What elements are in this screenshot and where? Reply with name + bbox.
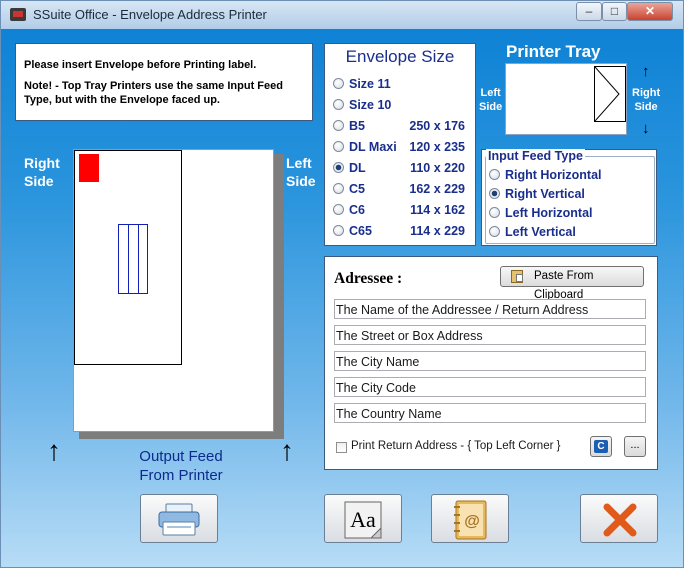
close-window-button[interactable]: ✕: [627, 2, 673, 21]
tray-right-side-label: Right Side: [632, 87, 661, 113]
address-lines-preview: [118, 224, 148, 294]
envelope-option-dl[interactable]: DL 110 x 220: [333, 161, 465, 177]
top-tray-note: Note! - Top Tray Printers use the same I…: [24, 80, 283, 106]
radio-icon[interactable]: [333, 78, 344, 89]
instructions-panel: Please insert Envelope before Printing l…: [15, 43, 313, 121]
printer-tray-diagram: [505, 63, 627, 135]
preview-left-side-label: Left Side: [286, 155, 316, 189]
arrow-up-icon: ↑: [642, 63, 650, 80]
clipboard-icon: [511, 270, 523, 283]
radio-icon[interactable]: [333, 183, 344, 194]
address-book-icon: @: [454, 500, 487, 540]
radio-icon[interactable]: [333, 120, 344, 131]
feed-option-right-horizontal[interactable]: Right Horizontal: [489, 168, 602, 182]
arrow-down-icon: ↓: [642, 120, 650, 137]
close-icon: [603, 503, 637, 537]
radio-icon[interactable]: [333, 141, 344, 152]
more-options-button[interactable]: ...: [624, 436, 646, 457]
paste-from-clipboard-button[interactable]: Paste From Clipboard: [500, 266, 644, 301]
output-arrow-right-icon: ↑: [280, 435, 294, 466]
addressee-heading: Adressee :: [334, 270, 403, 287]
radio-selected-icon[interactable]: [333, 162, 344, 173]
apply-icon: C: [594, 440, 608, 453]
envelope-option-c5[interactable]: C5 162 x 229: [333, 182, 465, 198]
app-window: SSuite Office - Envelope Address Printer…: [0, 0, 684, 568]
title-bar: SSuite Office - Envelope Address Printer…: [1, 1, 683, 29]
radio-icon[interactable]: [489, 226, 500, 237]
envelope-preview: [74, 150, 182, 365]
country-name-field[interactable]: [334, 403, 646, 423]
print-return-address-label[interactable]: Print Return Address - { Top Left Corner…: [351, 440, 560, 452]
input-feed-panel: Input Feed Type Right Horizontal Right V…: [481, 149, 657, 246]
close-button[interactable]: [580, 494, 658, 543]
printer-tray-title: Printer Tray: [506, 42, 601, 61]
tray-left-side-label: Left Side: [479, 87, 503, 113]
output-feed-label: Output Feed From Printer: [139, 448, 223, 484]
svg-text:@: @: [464, 513, 480, 530]
font-button[interactable]: Aa: [324, 494, 402, 543]
feed-option-left-horizontal[interactable]: Left Horizontal: [489, 206, 593, 220]
tray-envelope-icon: [594, 66, 626, 122]
radio-icon[interactable]: [489, 169, 500, 180]
feed-option-right-vertical[interactable]: Right Vertical: [489, 187, 585, 201]
envelope-option-b5[interactable]: B5 250 x 176: [333, 119, 465, 135]
envelope-option-size-10[interactable]: Size 10: [333, 98, 391, 114]
window-title: SSuite Office - Envelope Address Printer: [33, 7, 267, 22]
print-return-address-checkbox[interactable]: [336, 442, 347, 453]
envelope-size-title: Envelope Size: [345, 47, 455, 66]
address-book-button[interactable]: @: [431, 494, 509, 543]
street-address-field[interactable]: [334, 325, 646, 345]
insert-envelope-note: Please insert Envelope before Printing l…: [24, 59, 257, 71]
preview-right-side-label: Right Side: [24, 155, 60, 189]
city-code-field[interactable]: [334, 377, 646, 397]
envelope-option-dl-maxi[interactable]: DL Maxi 120 x 235: [333, 140, 465, 156]
maximize-button[interactable]: □: [602, 2, 627, 21]
font-icon: Aa: [344, 501, 382, 539]
envelope-option-size-11[interactable]: Size 11: [333, 77, 391, 93]
radio-icon[interactable]: [333, 225, 344, 236]
minimize-button[interactable]: –: [576, 2, 602, 21]
addressee-name-field[interactable]: [334, 299, 646, 319]
print-button[interactable]: [140, 494, 218, 543]
print-icon: [158, 503, 200, 536]
svg-text:Aa: Aa: [350, 507, 376, 532]
envelope-option-c6[interactable]: C6 114 x 162: [333, 203, 465, 219]
input-feed-title: Input Feed Type: [486, 149, 585, 163]
radio-icon[interactable]: [489, 207, 500, 218]
radio-icon[interactable]: [333, 204, 344, 215]
app-icon: [10, 8, 26, 21]
envelope-size-panel: Envelope Size Size 11 Size 10 B5 250 x 17…: [324, 43, 476, 246]
radio-icon[interactable]: [333, 99, 344, 110]
apply-address-button[interactable]: C: [590, 436, 612, 457]
addressee-panel: Adressee : Paste From Clipboard Print Re…: [324, 256, 658, 470]
output-arrow-left-icon: ↑: [47, 435, 61, 466]
envelope-option-c65[interactable]: C65 114 x 229: [333, 224, 465, 240]
stamp-marker: [79, 154, 99, 182]
city-name-field[interactable]: [334, 351, 646, 371]
radio-selected-icon[interactable]: [489, 188, 500, 199]
feed-option-left-vertical[interactable]: Left Vertical: [489, 225, 576, 239]
